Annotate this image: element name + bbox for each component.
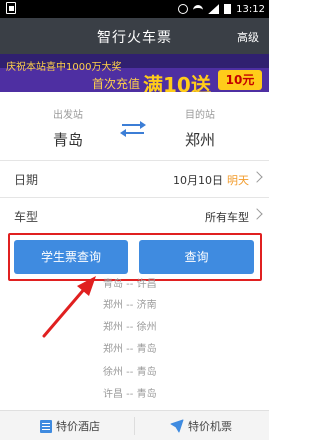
flight-deals-label: 特价机票 <box>188 420 232 433</box>
date-value: 10月10日 明天 <box>173 172 249 188</box>
banner-subline: 首次充值 <box>92 77 141 91</box>
train-type-row[interactable]: 车型 所有车型 <box>0 198 269 236</box>
banner-offer: 满10送 <box>143 73 211 92</box>
divider <box>134 417 135 435</box>
advanced-button[interactable]: 高级 <box>237 29 259 45</box>
chevron-right-icon <box>251 208 263 220</box>
date-row[interactable]: 日期 10月10日 明天 <box>0 161 269 199</box>
history-item[interactable]: 青岛 -- 许昌 <box>103 275 173 290</box>
battery-icon <box>224 4 232 14</box>
banner-headline: 庆祝本站喜中1000万大奖 <box>6 62 122 73</box>
app-header: 智行火车票 高级 <box>0 18 269 54</box>
hotel-icon <box>40 419 52 433</box>
station-selector: 出发站 青岛 目的站 郑州 <box>0 100 269 158</box>
flight-deals-tab[interactable]: 特价机票 <box>170 418 232 434</box>
swap-stations-icon[interactable] <box>120 118 146 140</box>
date-tag: 明天 <box>227 174 249 187</box>
history-item[interactable]: 郑州 -- 济南 <box>103 296 173 311</box>
date-text: 10月10日 <box>173 174 223 187</box>
to-station[interactable]: 目的站 郑州 <box>150 100 250 150</box>
bottom-bar: 特价酒店 特价机票 <box>0 410 269 440</box>
airplane-icon <box>170 419 184 433</box>
train-type-value: 所有车型 <box>205 211 249 224</box>
to-station-label: 目的站 <box>185 110 215 121</box>
swap-arrow-right <box>122 121 146 129</box>
date-label: 日期 <box>14 173 39 187</box>
to-station-value[interactable]: 郑州 <box>150 129 250 150</box>
status-bar: 13:12 <box>0 0 269 18</box>
highlight-frame <box>8 233 262 281</box>
history-item[interactable]: 徐州 -- 青岛 <box>103 363 173 378</box>
history-item[interactable]: 郑州 -- 徐州 <box>103 318 173 333</box>
promo-banner[interactable]: 庆祝本站喜中1000万大奖 首次充值 满10送 10元 <box>0 54 269 92</box>
wifi-icon <box>193 5 204 13</box>
hotel-deals-label: 特价酒店 <box>56 420 100 433</box>
from-station[interactable]: 出发站 青岛 <box>18 100 118 150</box>
chevron-right-icon <box>251 171 263 183</box>
notification-icon <box>6 2 16 14</box>
status-time: 13:12 <box>236 3 265 15</box>
train-type-label: 车型 <box>14 210 39 224</box>
status-icons: 13:12 <box>178 0 265 18</box>
from-station-value[interactable]: 青岛 <box>18 129 118 150</box>
banner-badge: 10元 <box>218 70 262 90</box>
signal-icon <box>208 4 220 14</box>
hotel-deals-tab[interactable]: 特价酒店 <box>40 418 100 434</box>
history-item[interactable]: 郑州 -- 青岛 <box>103 340 173 355</box>
alarm-icon <box>178 4 189 14</box>
swap-arrow-left <box>120 129 144 137</box>
from-station-label: 出发站 <box>53 110 83 121</box>
history-item[interactable]: 许昌 -- 青岛 <box>103 385 173 400</box>
page-title: 智行火车票 <box>97 30 172 46</box>
